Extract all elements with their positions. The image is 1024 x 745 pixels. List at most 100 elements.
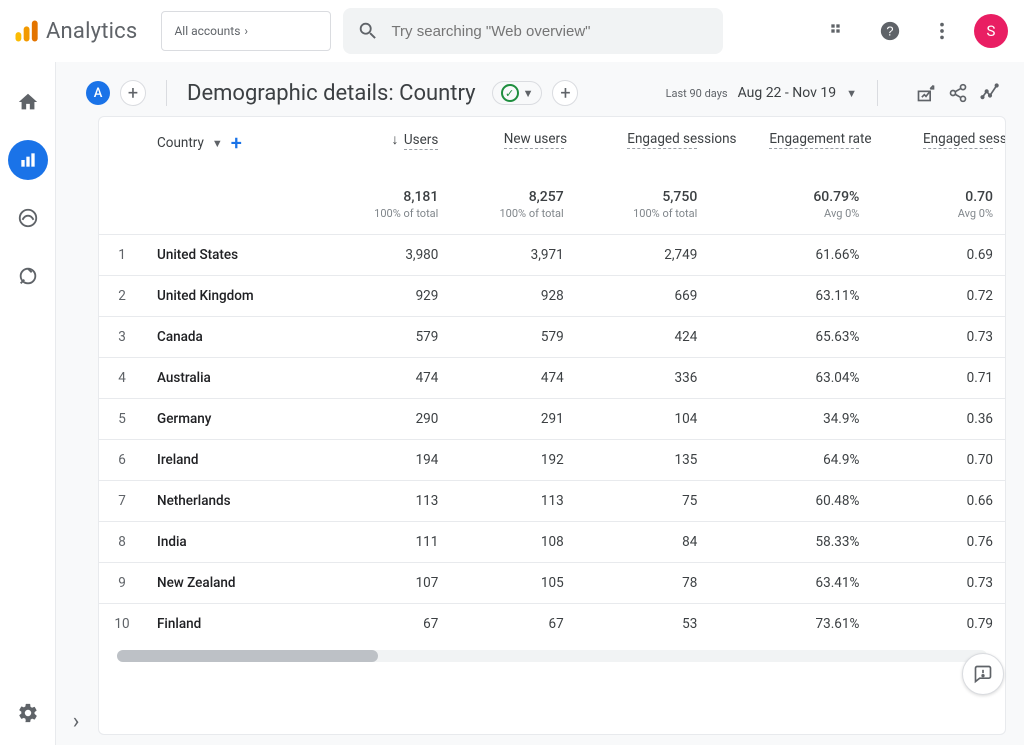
chevron-down-icon: ▼ <box>846 87 857 100</box>
summary-eng-per-user: 0.70 <box>883 189 993 205</box>
row-index: 7 <box>99 481 145 522</box>
search-bar[interactable] <box>343 8 723 54</box>
cell-engagement-rate: 65.63% <box>709 317 871 358</box>
dimension-selector[interactable]: Country <box>157 135 204 151</box>
cell-eng-per-user: 0.70 <box>871 440 1005 481</box>
row-index: 1 <box>99 235 145 276</box>
cell-engaged-sessions: 104 <box>576 399 710 440</box>
table-row[interactable]: 1United States3,9803,9712,74961.66%0.69 <box>99 235 1005 276</box>
summary-engaged-sessions: 5,750 <box>588 189 698 205</box>
horizontal-scrollbar[interactable] <box>117 650 987 662</box>
audience-badge[interactable]: A <box>86 81 110 105</box>
table-row[interactable]: 10Finland67675373.61%0.79 <box>99 604 1005 645</box>
summary-new-users: 8,257 <box>462 189 563 205</box>
table-row[interactable]: 3Canada57957942465.63%0.73 <box>99 317 1005 358</box>
account-selector[interactable]: All accounts › <box>161 11 331 51</box>
report-header: A + Demographic details: Country ✓ ▼ + L… <box>56 62 1024 116</box>
customize-report-icon[interactable] <box>916 83 936 103</box>
data-table-card: Country ▼ + ↓ Users New users Engaged se… <box>98 116 1006 735</box>
help-icon[interactable]: ? <box>870 11 910 51</box>
sort-descending-icon: ↓ <box>392 132 399 148</box>
table-row[interactable]: 7Netherlands1131137560.48%0.66 <box>99 481 1005 522</box>
summary-engagement-rate: 60.79% <box>721 189 859 205</box>
cell-users: 290 <box>325 399 450 440</box>
column-header-engaged-sessions[interactable]: Engaged sessions <box>576 117 710 161</box>
cell-engagement-rate: 73.61% <box>709 604 871 645</box>
cell-new-users: 67 <box>450 604 575 645</box>
column-header-eng-per-user[interactable]: Engaged sessions per user <box>871 117 1005 161</box>
top-app-bar: Analytics All accounts › ? S <box>0 0 1024 62</box>
nav-explore-icon[interactable] <box>8 198 48 238</box>
avatar-initial: S <box>987 22 996 40</box>
row-index: 8 <box>99 522 145 563</box>
nav-reports-icon[interactable] <box>8 140 48 180</box>
cell-new-users: 928 <box>450 276 575 317</box>
row-index: 3 <box>99 317 145 358</box>
apps-launcher-icon[interactable] <box>818 11 858 51</box>
collapse-panel-button[interactable]: › <box>60 705 92 737</box>
cell-engagement-rate: 58.33% <box>709 522 871 563</box>
share-icon[interactable] <box>948 83 968 103</box>
chevron-down-icon: ▼ <box>523 87 534 100</box>
insights-icon[interactable] <box>980 83 1000 103</box>
cell-eng-per-user: 0.66 <box>871 481 1005 522</box>
report-content: A + Demographic details: Country ✓ ▼ + L… <box>56 62 1024 745</box>
table-row[interactable]: 6Ireland19419213564.9%0.70 <box>99 440 1005 481</box>
cell-engaged-sessions: 424 <box>576 317 710 358</box>
table-row[interactable]: 2United Kingdom92992866963.11%0.72 <box>99 276 1005 317</box>
add-card-button[interactable]: + <box>552 80 578 106</box>
chevron-down-icon[interactable]: ▼ <box>212 137 223 150</box>
row-dimension: United States <box>145 235 325 276</box>
row-index: 10 <box>99 604 145 645</box>
table-row[interactable]: 9New Zealand1071057863.41%0.73 <box>99 563 1005 604</box>
column-header-users[interactable]: ↓ Users <box>325 117 450 161</box>
row-dimension: New Zealand <box>145 563 325 604</box>
add-comparison-button[interactable]: + <box>120 80 146 106</box>
cell-engagement-rate: 63.04% <box>709 358 871 399</box>
divider <box>877 80 878 106</box>
cell-engagement-rate: 61.66% <box>709 235 871 276</box>
summary-users: 8,181 <box>337 189 438 205</box>
date-range-picker[interactable]: Last 90 days Aug 22 - Nov 19 ▼ <box>666 85 857 101</box>
nav-advertising-icon[interactable] <box>8 256 48 296</box>
more-vertical-icon[interactable] <box>922 11 962 51</box>
cell-new-users: 105 <box>450 563 575 604</box>
add-dimension-button[interactable]: + <box>231 131 242 155</box>
cell-new-users: 3,971 <box>450 235 575 276</box>
feedback-button[interactable] <box>962 653 1004 695</box>
row-dimension: Netherlands <box>145 481 325 522</box>
cell-new-users: 108 <box>450 522 575 563</box>
cell-eng-per-user: 0.73 <box>871 317 1005 358</box>
table-row[interactable]: 8India1111088458.33%0.76 <box>99 522 1005 563</box>
cell-engagement-rate: 64.9% <box>709 440 871 481</box>
left-nav <box>0 62 56 745</box>
nav-home-icon[interactable] <box>8 82 48 122</box>
cell-new-users: 113 <box>450 481 575 522</box>
cell-engaged-sessions: 75 <box>576 481 710 522</box>
row-index: 4 <box>99 358 145 399</box>
cell-eng-per-user: 0.69 <box>871 235 1005 276</box>
scrollbar-thumb[interactable] <box>117 650 378 662</box>
column-header-new-users[interactable]: New users <box>450 117 575 161</box>
search-input[interactable] <box>391 23 709 40</box>
cell-eng-per-user: 0.72 <box>871 276 1005 317</box>
cell-users: 194 <box>325 440 450 481</box>
row-dimension: Germany <box>145 399 325 440</box>
cell-users: 111 <box>325 522 450 563</box>
product-name: Analytics <box>46 19 137 44</box>
analytics-icon <box>12 17 40 45</box>
table-row[interactable]: 5Germany29029110434.9%0.36 <box>99 399 1005 440</box>
cell-engaged-sessions: 78 <box>576 563 710 604</box>
cell-engaged-sessions: 669 <box>576 276 710 317</box>
row-index: 5 <box>99 399 145 440</box>
table-row[interactable]: 4Australia47447433663.04%0.71 <box>99 358 1005 399</box>
cell-new-users: 192 <box>450 440 575 481</box>
status-pill[interactable]: ✓ ▼ <box>492 81 543 105</box>
user-avatar[interactable]: S <box>974 14 1008 48</box>
cell-new-users: 579 <box>450 317 575 358</box>
row-dimension: United Kingdom <box>145 276 325 317</box>
product-logo[interactable]: Analytics <box>12 17 137 45</box>
nav-admin-icon[interactable] <box>8 693 48 733</box>
table-header-row: Country ▼ + ↓ Users New users Engaged se… <box>99 117 1005 161</box>
cell-new-users: 474 <box>450 358 575 399</box>
